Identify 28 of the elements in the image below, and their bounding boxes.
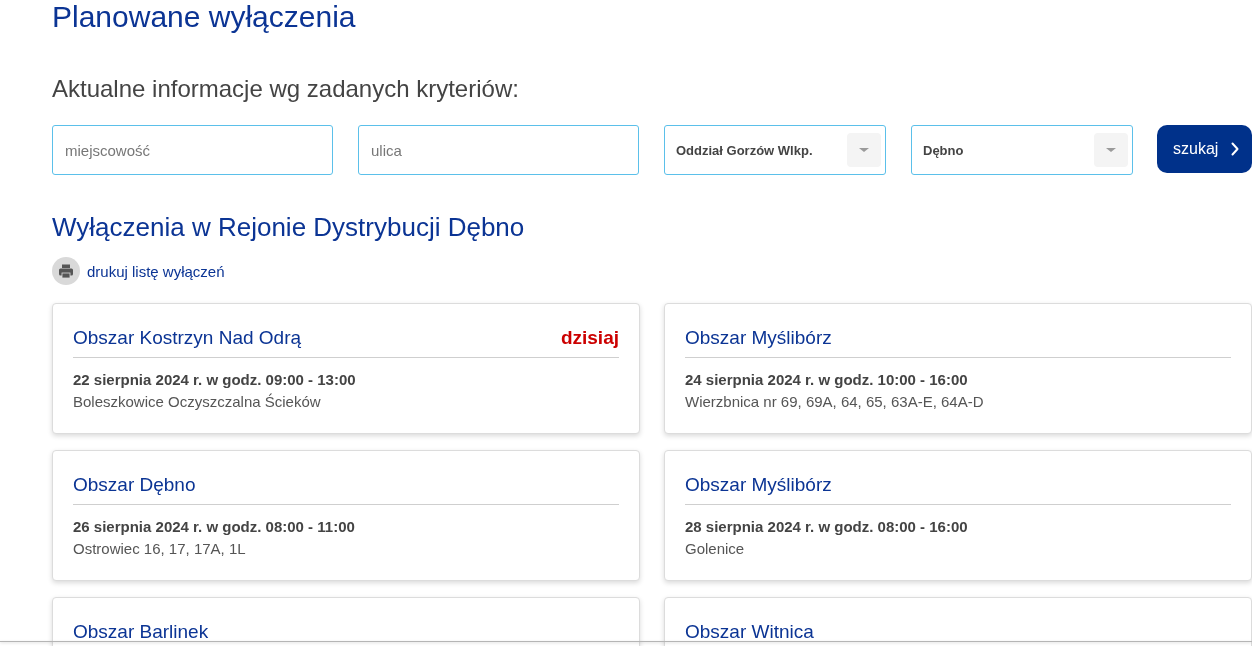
address-text: Golenice (685, 539, 745, 559)
date-text: 22 sierpnia 2024 r. w godz. 09:00 - 13:00 (73, 370, 356, 390)
date-text: 26 sierpnia 2024 r. w godz. 08:00 - 11:00 (73, 517, 355, 537)
address-text: Boleszkowice Oczyszczalna Ścieków (73, 392, 321, 412)
area-title[interactable]: Obszar Myślibórz (685, 473, 832, 497)
input-field[interactable]: miejscowość (52, 125, 333, 175)
address-text: Ostrowiec 16, 17, 17A, 1L (73, 539, 246, 559)
filters-heading: Aktualne informacje wg zadanych kryteriów: (52, 75, 519, 103)
today-label: dzisiaj (560, 326, 619, 350)
chevron-right-icon (1231, 142, 1240, 156)
area-title[interactable]: Obszar Witnica (685, 620, 814, 644)
date-text: 24 sierpnia 2024 r. w godz. 10:00 - 16:00 (685, 370, 968, 390)
area-title[interactable]: Obszar Myślibórz (685, 326, 832, 350)
area-title[interactable]: Obszar Barlinek (73, 620, 209, 644)
search-button[interactable]: szukaj (1157, 125, 1252, 173)
page-title: Planowane wyłączenia (52, 0, 356, 34)
section-heading: Wyłączenia w Rejonie Dystrybucji Dębno (52, 212, 525, 242)
printer-icon[interactable] (52, 257, 80, 285)
select-field[interactable]: Dębno (911, 125, 1133, 175)
input-field[interactable]: ulica (358, 125, 639, 175)
caret-icon (1094, 133, 1128, 167)
address-text: Wierzbnica nr 69, 69A, 64, 65, 63A-E, 64A-D (685, 392, 984, 412)
area-title[interactable]: Obszar Kostrzyn Nad Odrą (73, 326, 302, 350)
date-text: 28 sierpnia 2024 r. w godz. 08:00 - 16:00 (685, 517, 968, 537)
select-field[interactable]: Oddział Gorzów Wlkp. (664, 125, 886, 175)
area-title[interactable]: Obszar Dębno (73, 473, 196, 497)
caret-icon (847, 133, 881, 167)
print-list-link[interactable]: drukuj listę wyłączeń (87, 262, 225, 280)
